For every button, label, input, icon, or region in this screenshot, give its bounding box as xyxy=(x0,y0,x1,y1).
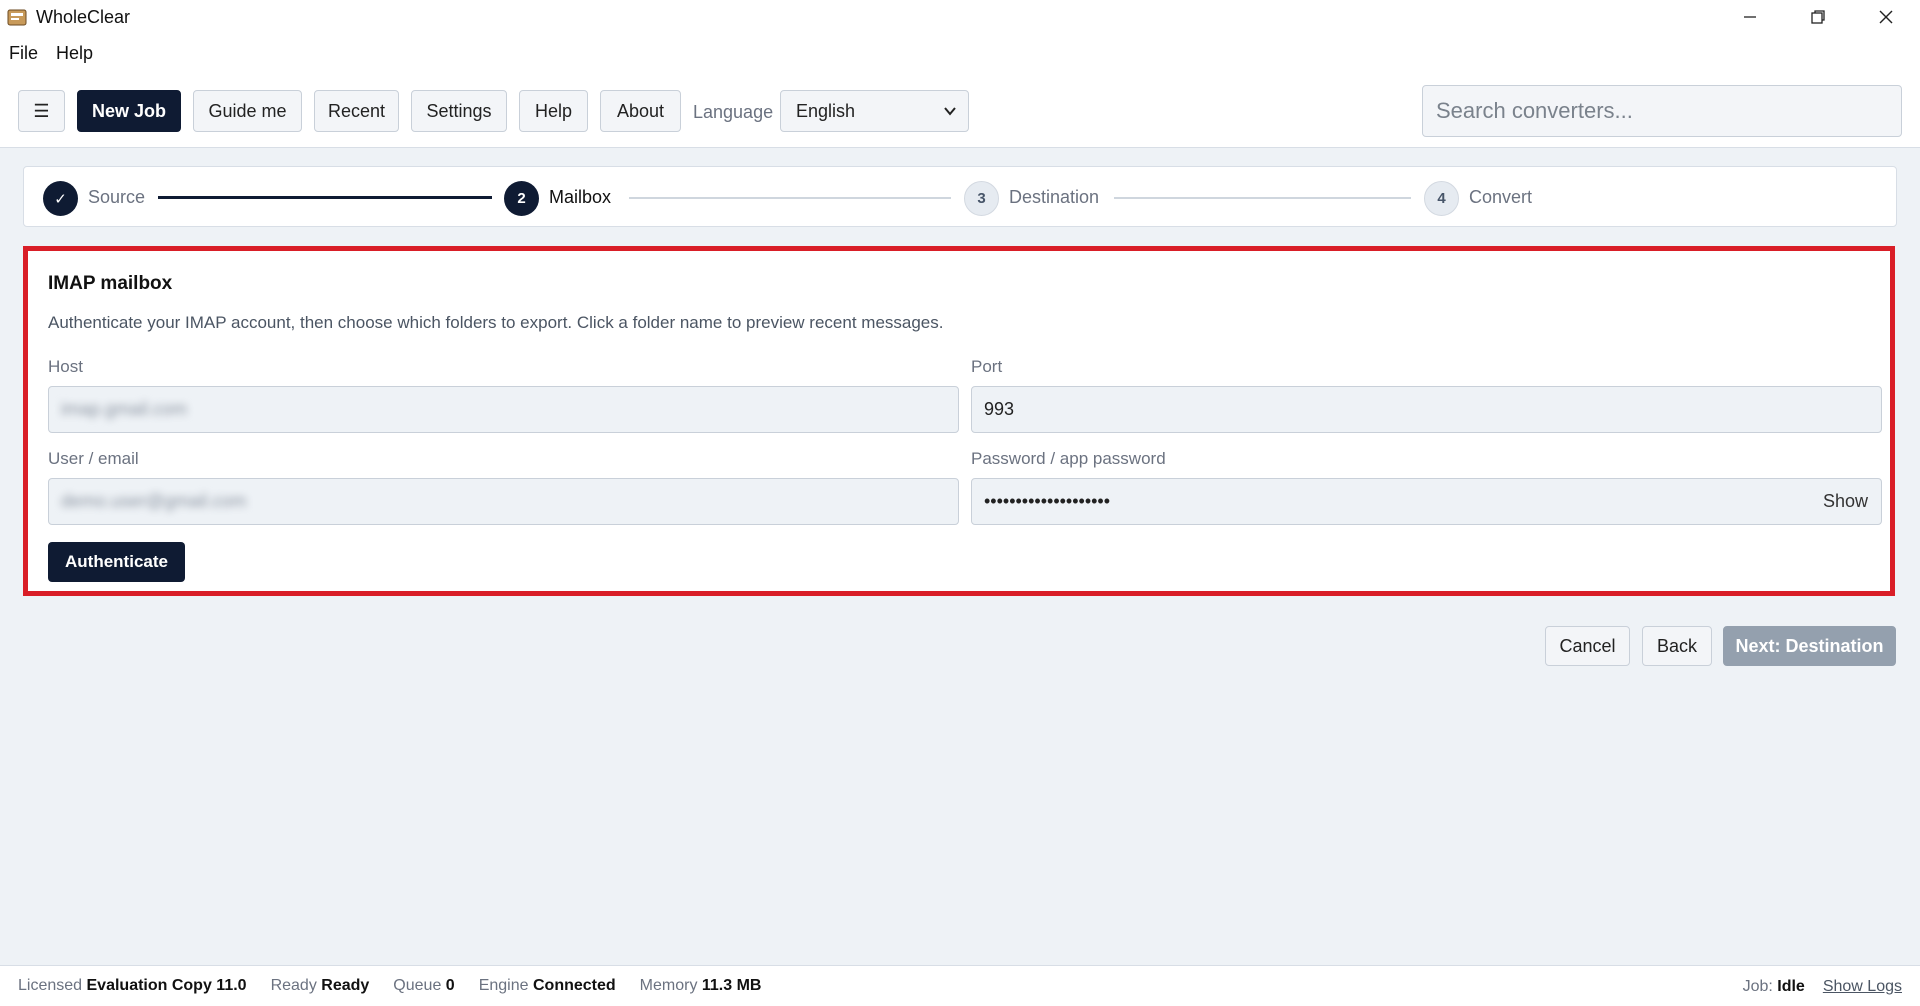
hamburger-menu-button[interactable]: ☰ xyxy=(18,90,65,132)
language-select[interactable]: English xyxy=(780,90,969,132)
settings-button[interactable]: Settings xyxy=(411,90,507,132)
next-destination-button[interactable]: Next: Destination xyxy=(1723,626,1896,666)
user-email-input[interactable]: demo.user@gmail.com xyxy=(48,478,959,525)
restore-button[interactable] xyxy=(1784,0,1852,34)
wizard-stepper: ✓ Source 2 Mailbox 3 Destination 4 Conve… xyxy=(23,166,1897,227)
chevron-down-icon xyxy=(944,107,956,116)
user-email-label: User / email xyxy=(48,449,139,468)
recent-button[interactable]: Recent xyxy=(314,90,399,132)
language-value: English xyxy=(796,100,856,121)
window-title: WholeClear xyxy=(36,6,131,27)
restore-icon xyxy=(1811,10,1825,24)
menu-bar: File Help xyxy=(0,34,1920,72)
panel-description: Authenticate your IMAP account, then cho… xyxy=(48,313,944,332)
port-label: Port xyxy=(971,357,1003,376)
minimize-icon xyxy=(1744,16,1756,18)
close-icon xyxy=(1879,10,1893,24)
title-bar: WholeClear xyxy=(0,0,1920,34)
back-button[interactable]: Back xyxy=(1642,626,1712,666)
step-4-label: Convert xyxy=(1469,187,1533,207)
status-licensed: Licensed Evaluation Copy 11.0 xyxy=(18,977,247,994)
status-engine: Engine Connected xyxy=(478,977,616,994)
search-placeholder: Search converters... xyxy=(1436,98,1633,123)
status-bar: Licensed Evaluation Copy 11.0 Ready Read… xyxy=(0,965,1920,1006)
search-converters-input[interactable]: Search converters... xyxy=(1422,85,1902,137)
about-button[interactable]: About xyxy=(600,90,681,132)
status-queue: Queue 0 xyxy=(393,977,455,994)
step-2-label: Mailbox xyxy=(549,187,612,207)
step-4-circle: 4 xyxy=(1424,181,1459,216)
language-label: Language xyxy=(693,102,774,122)
status-job: Job: Idle xyxy=(1742,977,1805,995)
step-3-circle: 3 xyxy=(964,181,999,216)
hamburger-icon: ☰ xyxy=(33,100,50,121)
step-3-label: Destination xyxy=(1009,187,1100,207)
menu-help[interactable]: Help xyxy=(56,43,93,64)
show-password-button[interactable]: Show xyxy=(1823,491,1868,512)
password-input[interactable]: •••••••••••••••••••• Show xyxy=(971,478,1882,525)
host-input[interactable]: imap.gmail.com xyxy=(48,386,959,433)
step-connector-2 xyxy=(629,197,951,199)
new-job-button[interactable]: New Job xyxy=(77,90,181,132)
app-logo-icon xyxy=(6,6,28,28)
step-connector-3 xyxy=(1114,197,1411,199)
user-email-value: demo.user@gmail.com xyxy=(61,491,247,511)
authenticate-button[interactable]: Authenticate xyxy=(48,542,185,582)
status-ready: Ready Ready xyxy=(270,977,370,994)
cancel-button[interactable]: Cancel xyxy=(1545,626,1630,666)
host-label: Host xyxy=(48,357,83,376)
guide-me-button[interactable]: Guide me xyxy=(193,90,302,132)
step-2-circle: 2 xyxy=(504,181,539,216)
step-connector-1 xyxy=(158,196,492,199)
show-logs-link[interactable]: Show Logs xyxy=(1823,978,1902,996)
status-memory: Memory 11.3 MB xyxy=(639,977,762,994)
password-label: Password / app password xyxy=(971,449,1166,468)
step-1-label: Source xyxy=(88,187,146,207)
port-value: 993 xyxy=(984,399,1015,419)
imap-mailbox-panel: IMAP mailbox Authenticate your IMAP acco… xyxy=(23,246,1895,596)
step-1-check-icon: ✓ xyxy=(43,181,78,216)
port-input[interactable]: 993 xyxy=(971,386,1882,433)
panel-title: IMAP mailbox xyxy=(48,273,173,294)
password-value: •••••••••••••••••••• xyxy=(984,491,1111,511)
help-button[interactable]: Help xyxy=(519,90,588,132)
minimize-button[interactable] xyxy=(1716,0,1784,34)
host-value: imap.gmail.com xyxy=(61,399,188,419)
toolbar: ☰ New Job Guide me Recent Settings Help … xyxy=(0,72,1920,148)
menu-file[interactable]: File xyxy=(9,43,38,64)
close-button[interactable] xyxy=(1852,0,1920,34)
